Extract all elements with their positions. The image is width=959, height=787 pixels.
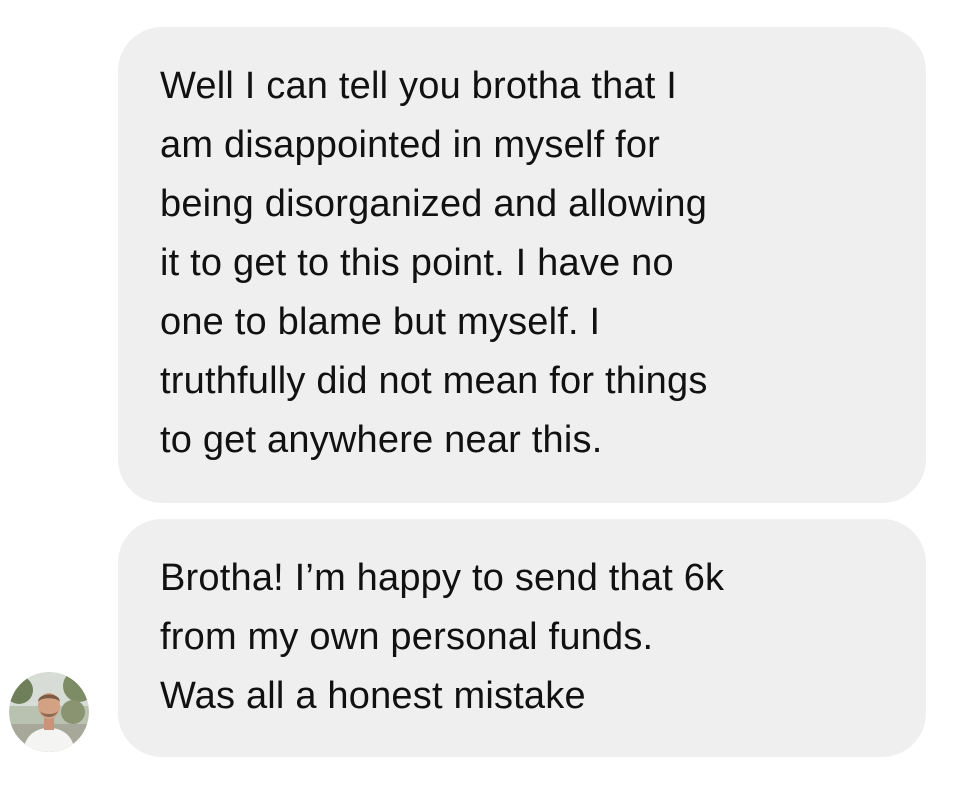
- profile-photo-icon: [9, 672, 89, 752]
- message-bubble[interactable]: Well I can tell you brotha that I am dis…: [118, 27, 926, 503]
- message-bubble[interactable]: Brotha! I’m happy to send that 6k from m…: [118, 519, 926, 757]
- message-thread: Well I can tell you brotha that I am dis…: [0, 0, 959, 787]
- sender-avatar[interactable]: [9, 672, 89, 752]
